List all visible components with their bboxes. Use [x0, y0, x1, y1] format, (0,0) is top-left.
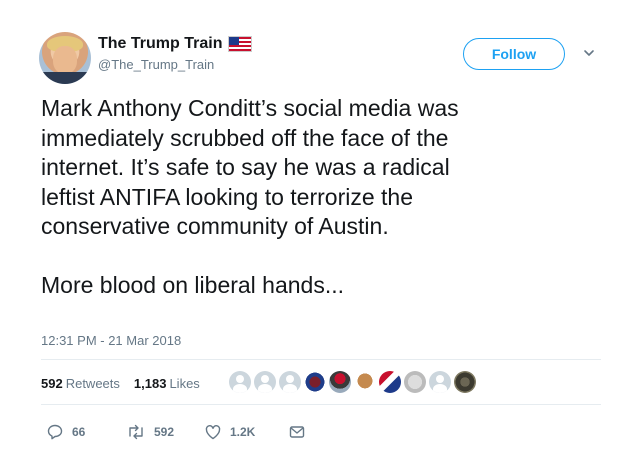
reply-count: 66	[72, 425, 86, 439]
retweet-count: 592	[154, 425, 175, 439]
likes-stat[interactable]: 1,183 Likes	[134, 376, 200, 391]
retweets-stat[interactable]: 592 Retweets	[41, 376, 120, 391]
liker-avatar[interactable]	[279, 371, 301, 393]
like-count: 1.2K	[230, 425, 256, 439]
likes-count: 1,183	[133, 376, 167, 391]
tweet-text: Mark Anthony Conditt’s social media was …	[41, 95, 459, 298]
reply-button[interactable]: 66	[46, 423, 126, 441]
handle[interactable]: @The_Trump_Train	[98, 57, 214, 72]
follow-button[interactable]: Follow	[463, 38, 565, 70]
divider-top	[41, 359, 601, 360]
avatar[interactable]	[39, 32, 91, 84]
liker-avatar[interactable]	[379, 371, 401, 393]
retweet-icon	[129, 424, 143, 440]
divider-bottom	[41, 404, 601, 405]
envelope-icon	[289, 426, 305, 438]
avatar-face	[53, 46, 77, 74]
action-bar: 66 592 1.2K	[46, 423, 306, 441]
name-row: The Trump Train	[98, 35, 253, 53]
liker-avatar[interactable]	[454, 371, 476, 393]
retweets-label: Retweets	[65, 376, 120, 391]
liker-avatars	[229, 371, 476, 393]
engagement-stats: 592 Retweets 1,183 Likes	[41, 376, 200, 391]
liker-avatar[interactable]	[254, 371, 276, 393]
display-name[interactable]: The Trump Train	[98, 35, 222, 53]
liker-avatar[interactable]	[404, 371, 426, 393]
avatar-suit	[39, 72, 91, 84]
direct-message-button[interactable]	[288, 423, 306, 441]
likes-label: Likes	[169, 376, 200, 391]
retweet-button[interactable]: 592	[126, 423, 204, 441]
liker-avatar[interactable]	[229, 371, 251, 393]
tweet-card: The Trump Train @The_Trump_Train Follow …	[0, 0, 640, 473]
retweets-count: 592	[41, 376, 63, 391]
reply-icon	[47, 424, 63, 440]
liker-avatar[interactable]	[304, 371, 326, 393]
liker-avatar[interactable]	[329, 371, 351, 393]
liker-avatar[interactable]	[429, 371, 451, 393]
liker-avatar[interactable]	[354, 371, 376, 393]
heart-icon	[205, 425, 221, 440]
like-button[interactable]: 1.2K	[204, 423, 288, 441]
timestamp[interactable]: 12:31 PM - 21 Mar 2018	[41, 333, 181, 348]
us-flag-icon	[228, 36, 253, 52]
chevron-down-icon[interactable]	[582, 46, 596, 60]
